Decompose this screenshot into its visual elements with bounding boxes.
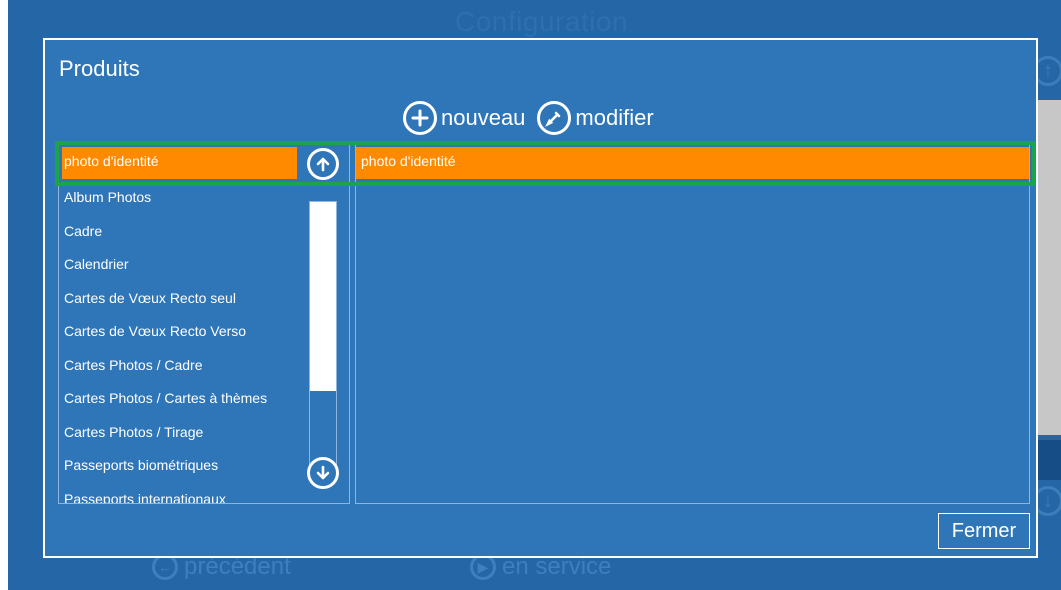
background-scrollbar[interactable] (1037, 100, 1061, 435)
list-item[interactable]: Calendrier (64, 256, 129, 272)
list-scrollbar-thumb[interactable] (310, 202, 336, 391)
background-scrollbar-thumb[interactable] (1037, 440, 1061, 480)
pencil-icon (537, 101, 572, 135)
list-item[interactable]: Cadre (64, 223, 102, 239)
scroll-down-icon[interactable] (307, 457, 339, 489)
product-detail-panel[interactable]: photo d'identité (355, 144, 1030, 504)
product-list[interactable]: photo d'identité Album Photos Cadre Cale… (58, 144, 350, 504)
dialog-toolbar: nouveau modifier (403, 100, 660, 136)
list-item[interactable]: Cartes Photos / Cartes à thèmes (64, 390, 267, 406)
list-item[interactable]: Cartes de Vœux Recto Verso (64, 323, 246, 339)
list-item[interactable]: Passeports internationaux (64, 491, 226, 503)
list-item[interactable]: Album Photos (64, 189, 151, 205)
list-item[interactable]: Cartes Photos / Tirage (64, 424, 203, 440)
list-item[interactable]: Cartes Photos / Cadre (64, 357, 203, 373)
list-item[interactable]: Passeports biométriques (64, 457, 218, 473)
new-button[interactable]: nouveau (403, 101, 525, 135)
close-button[interactable]: Fermer (938, 513, 1030, 549)
scroll-up-icon[interactable] (307, 148, 339, 180)
list-item-selected[interactable]: photo d'identité (62, 147, 297, 179)
detail-selected-item[interactable]: photo d'identité (356, 147, 1029, 179)
products-dialog: Produits nouveau modifier photo d'identi… (43, 38, 1038, 558)
dialog-title: Produits (59, 56, 140, 81)
background-title: Configuration (455, 6, 629, 37)
list-item[interactable]: Cartes de Vœux Recto seul (64, 290, 236, 306)
plus-icon (403, 101, 437, 135)
list-scrollbar[interactable] (309, 201, 337, 477)
edit-button[interactable]: modifier (537, 101, 654, 135)
edit-label: modifier (575, 105, 654, 130)
new-label: nouveau (441, 105, 526, 130)
